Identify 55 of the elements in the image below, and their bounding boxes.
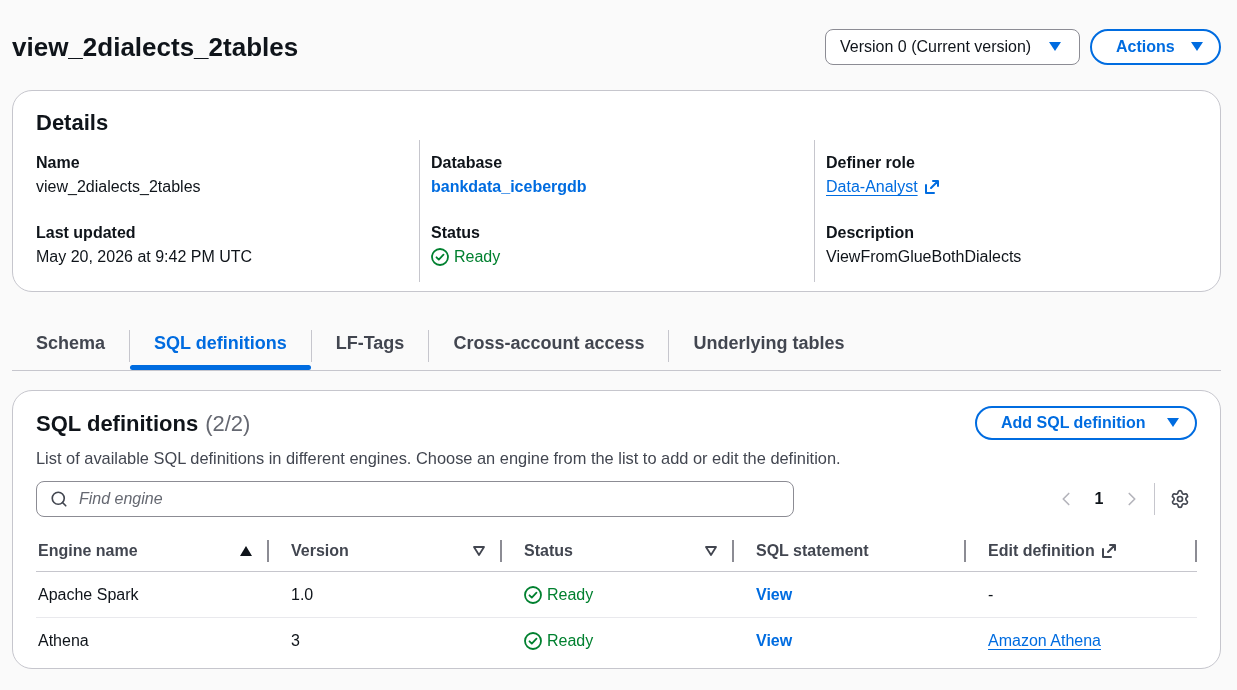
- table-cell: 3: [291, 632, 300, 649]
- caret-down-icon: [1049, 42, 1061, 52]
- table-cell: 1.0: [291, 585, 314, 603]
- column-header: SQL statement: [756, 541, 869, 561]
- external-link-icon: [923, 179, 940, 195]
- page-title: view_2dialects_2tables: [12, 31, 299, 64]
- search-icon: [50, 490, 68, 508]
- check-circle-icon: [524, 632, 542, 650]
- field-label: Name: [36, 153, 80, 173]
- edit-definition-link[interactable]: Amazon Athena: [988, 632, 1101, 649]
- field-label: Database: [431, 153, 503, 173]
- add-sql-definition-button[interactable]: Add SQL definition: [975, 406, 1197, 440]
- actions-button[interactable]: Actions: [1090, 29, 1221, 65]
- tab[interactable]: SQL definitions: [130, 322, 311, 370]
- sort-ascending-icon[interactable]: [240, 546, 252, 556]
- status-text: Ready: [547, 631, 594, 651]
- section-description: List of available SQL definitions in different engines. Choose an engine from the list to add or edit the definition.: [36, 448, 841, 469]
- check-circle-icon: [431, 248, 449, 266]
- version-select[interactable]: Version 0 (Current version): [825, 29, 1080, 65]
- item-count: (2/2): [205, 409, 251, 438]
- field-label: Last updated: [36, 223, 136, 243]
- column-header: Status: [524, 541, 573, 561]
- caret-down-icon: [1167, 418, 1179, 428]
- column-header: Edit definition: [988, 541, 1095, 561]
- field-value: ViewFromGlueBothDialects: [826, 247, 1022, 267]
- database-link[interactable]: bankdata_icebergdb: [431, 175, 587, 199]
- settings-button[interactable]: [1169, 488, 1191, 510]
- status-text: Ready: [547, 584, 594, 605]
- section-title: Details: [36, 109, 109, 137]
- view-link[interactable]: View: [756, 632, 793, 649]
- table-cell: -: [988, 585, 994, 603]
- table-cell: Athena: [38, 632, 89, 649]
- field-label: Status: [431, 223, 480, 243]
- check-circle-icon: [524, 585, 542, 604]
- caret-down-icon: [1191, 42, 1203, 52]
- field-label: Definer role: [826, 153, 915, 173]
- sort-icon[interactable]: [705, 546, 717, 556]
- tab[interactable]: Cross-account access: [429, 322, 669, 370]
- tab[interactable]: LF-Tags: [311, 322, 429, 370]
- field-label: Description: [826, 223, 914, 243]
- search-field[interactable]: Find engine: [36, 481, 794, 517]
- table-cell: Apache Spark: [38, 585, 139, 603]
- settings-icon: [1170, 489, 1190, 509]
- tab[interactable]: Schema: [12, 322, 130, 370]
- status-text: Ready: [454, 247, 501, 267]
- column-header: Version: [291, 541, 349, 561]
- page-number-button[interactable]: 1: [1078, 485, 1120, 513]
- column-header: Engine name: [38, 541, 138, 561]
- sort-icon[interactable]: [473, 546, 485, 556]
- view-link[interactable]: View: [756, 585, 793, 603]
- tab[interactable]: Underlying tables: [669, 322, 869, 370]
- role-link[interactable]: Data-Analyst: [826, 175, 940, 199]
- field-value: May 20, 2026 at 9:42 PM UTC: [36, 247, 253, 267]
- field-value: view_2dialects_2tables: [36, 177, 201, 197]
- section-title: SQL definitions: [36, 409, 199, 438]
